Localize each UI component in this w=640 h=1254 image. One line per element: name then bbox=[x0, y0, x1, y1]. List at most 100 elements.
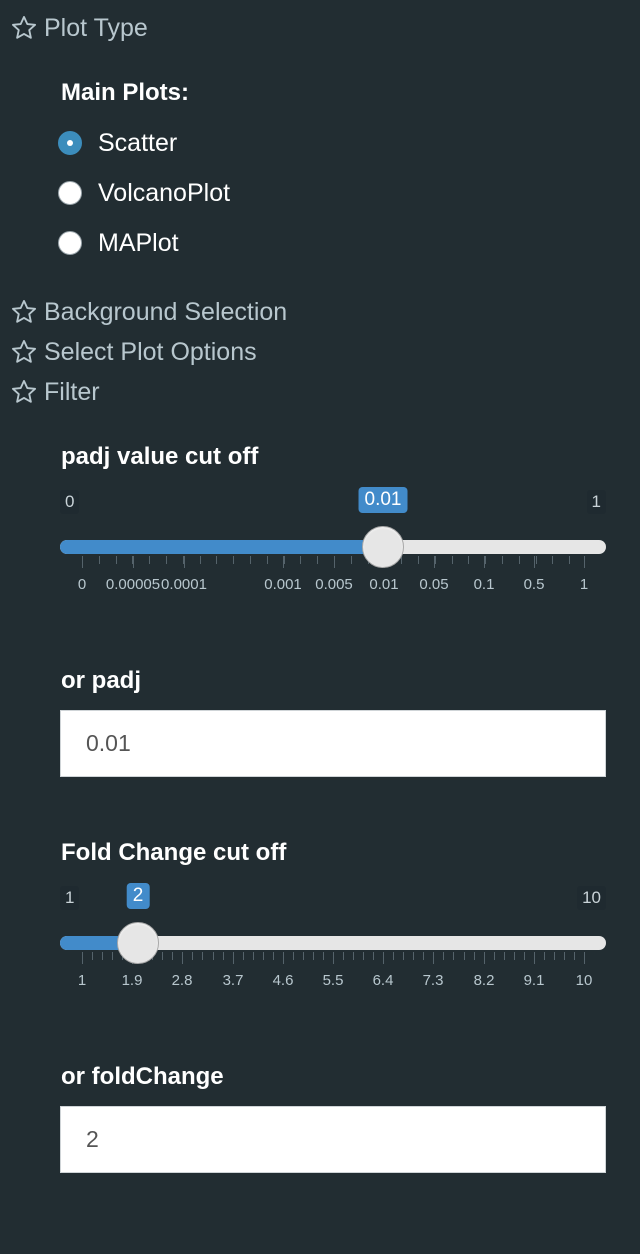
fold-change-slider-label: Fold Change cut off bbox=[61, 839, 287, 866]
slider-tick-label: 1.9 bbox=[121, 972, 143, 989]
section-plot-type-label: Plot Type bbox=[44, 13, 148, 42]
slider-tick bbox=[313, 952, 314, 960]
slider-tick bbox=[519, 556, 520, 564]
section-filter[interactable]: Filter bbox=[10, 376, 100, 408]
slider-tick bbox=[494, 952, 495, 960]
radio-button-checked[interactable] bbox=[58, 131, 82, 155]
slider-tick bbox=[267, 556, 268, 564]
slider-tick bbox=[162, 952, 163, 960]
slider-tick-major bbox=[484, 952, 485, 964]
slider-tick bbox=[502, 556, 503, 564]
slider-tick bbox=[216, 556, 217, 564]
radio-button[interactable] bbox=[58, 231, 82, 255]
slider-tick-label: 0.05 bbox=[419, 576, 449, 593]
slider-tick bbox=[544, 952, 545, 960]
slider-tick bbox=[485, 556, 486, 564]
slider-tick-major bbox=[434, 556, 435, 568]
slider-max-label: 1 bbox=[586, 490, 606, 514]
slider-tick-label: 0.0001 bbox=[161, 576, 207, 593]
slider-tick bbox=[303, 952, 304, 960]
slider-tick bbox=[213, 952, 214, 960]
or-padj-label: or padj bbox=[61, 667, 142, 694]
slider-tick bbox=[353, 952, 354, 960]
slider-tick-major bbox=[534, 556, 535, 568]
radio-maplot[interactable]: MAPlot bbox=[58, 227, 179, 259]
slider-tick bbox=[554, 952, 555, 960]
main-plots-label: Main Plots: bbox=[61, 79, 190, 106]
slider-tick-label: 3.7 bbox=[222, 972, 244, 989]
slider-tick bbox=[343, 952, 344, 960]
slider-tick-label: 1 bbox=[77, 972, 87, 989]
slider-tick-label: 0.01 bbox=[369, 576, 399, 593]
slider-tick-major bbox=[184, 556, 185, 568]
slider-tick bbox=[435, 556, 436, 564]
section-filter-label: Filter bbox=[44, 377, 100, 406]
slider-tick-label: 0.00005 bbox=[105, 576, 161, 593]
slider-tick bbox=[474, 952, 475, 960]
slider-tick-label: 2.8 bbox=[171, 972, 193, 989]
fold-change-slider[interactable]: 1 10 2 1 1.9 2.8 3.7 4.6 5.5 6.4 7.3 8.2 9.1 10 bbox=[60, 883, 606, 1006]
slider-handle[interactable] bbox=[362, 526, 404, 568]
slider-tick bbox=[112, 952, 113, 960]
slider-min-label: 0 bbox=[60, 490, 80, 514]
slider-tick bbox=[200, 556, 201, 564]
slider-tick-major bbox=[584, 556, 585, 568]
slider-tick bbox=[514, 952, 515, 960]
slider-tick bbox=[300, 556, 301, 564]
radio-button[interactable] bbox=[58, 181, 82, 205]
slider-tick-label: 0.5 bbox=[523, 576, 545, 593]
slider-tick bbox=[102, 952, 103, 960]
slider-tick bbox=[351, 556, 352, 564]
slider-tick-label: 4.6 bbox=[272, 972, 294, 989]
slider-tick bbox=[536, 556, 537, 564]
padj-slider[interactable]: 0 1 0.01 0 0.00005 0.0001 0.001 0.005 0.01 0.0… bbox=[60, 487, 606, 610]
slider-tick-major bbox=[283, 952, 284, 964]
slider-tick bbox=[552, 556, 553, 564]
padj-slider-label: padj value cut off bbox=[61, 443, 259, 470]
slider-tick bbox=[293, 952, 294, 960]
slider-value-bubble: 2 bbox=[126, 883, 150, 909]
slider-tick bbox=[99, 556, 100, 564]
slider-handle[interactable] bbox=[117, 922, 159, 964]
slider-tick bbox=[243, 952, 244, 960]
slider-tick-label: 10 bbox=[575, 972, 593, 989]
slider-tick bbox=[363, 952, 364, 960]
star-icon bbox=[11, 15, 37, 39]
slider-tick-major bbox=[383, 952, 384, 964]
slider-tick bbox=[464, 952, 465, 960]
section-background-selection[interactable]: Background Selection bbox=[10, 296, 287, 328]
or-fold-change-label: or foldChange bbox=[61, 1063, 224, 1090]
slider-tick bbox=[273, 952, 274, 960]
slider-tick-label: 0 bbox=[77, 576, 87, 593]
section-plot-type[interactable]: Plot Type bbox=[10, 12, 148, 44]
slider-tick-label: 1 bbox=[579, 576, 589, 593]
slider-tick-major bbox=[433, 952, 434, 964]
slider-tick bbox=[172, 952, 173, 960]
star-icon bbox=[11, 339, 37, 363]
slider-tick bbox=[166, 556, 167, 564]
slider-tick bbox=[393, 952, 394, 960]
slider-tick-label: 0.001 bbox=[264, 576, 302, 593]
slider-tick-label: 7.3 bbox=[422, 972, 444, 989]
slider-tick-major bbox=[233, 952, 234, 964]
slider-tick bbox=[423, 952, 424, 960]
slider-tick-major bbox=[334, 556, 335, 568]
slider-tick-label: 0.1 bbox=[473, 576, 495, 593]
slider-tick-major bbox=[82, 952, 83, 964]
radio-scatter[interactable]: Scatter bbox=[58, 127, 177, 159]
radio-maplot-label: MAPlot bbox=[98, 228, 179, 257]
slider-tick bbox=[149, 556, 150, 564]
slider-tick bbox=[317, 556, 318, 564]
fold-change-input[interactable] bbox=[60, 1106, 606, 1173]
slider-tick bbox=[233, 556, 234, 564]
slider-tick-major bbox=[82, 556, 83, 568]
slider-tick-label: 8.2 bbox=[473, 972, 495, 989]
section-select-plot-options[interactable]: Select Plot Options bbox=[10, 336, 257, 368]
slider-tick bbox=[403, 952, 404, 960]
radio-volcanoplot[interactable]: VolcanoPlot bbox=[58, 177, 230, 209]
slider-tick bbox=[468, 556, 469, 564]
slider-tick-label: 0.005 bbox=[315, 576, 353, 593]
radio-scatter-label: Scatter bbox=[98, 128, 178, 157]
slider-tick bbox=[253, 952, 254, 960]
padj-input[interactable] bbox=[60, 710, 606, 777]
